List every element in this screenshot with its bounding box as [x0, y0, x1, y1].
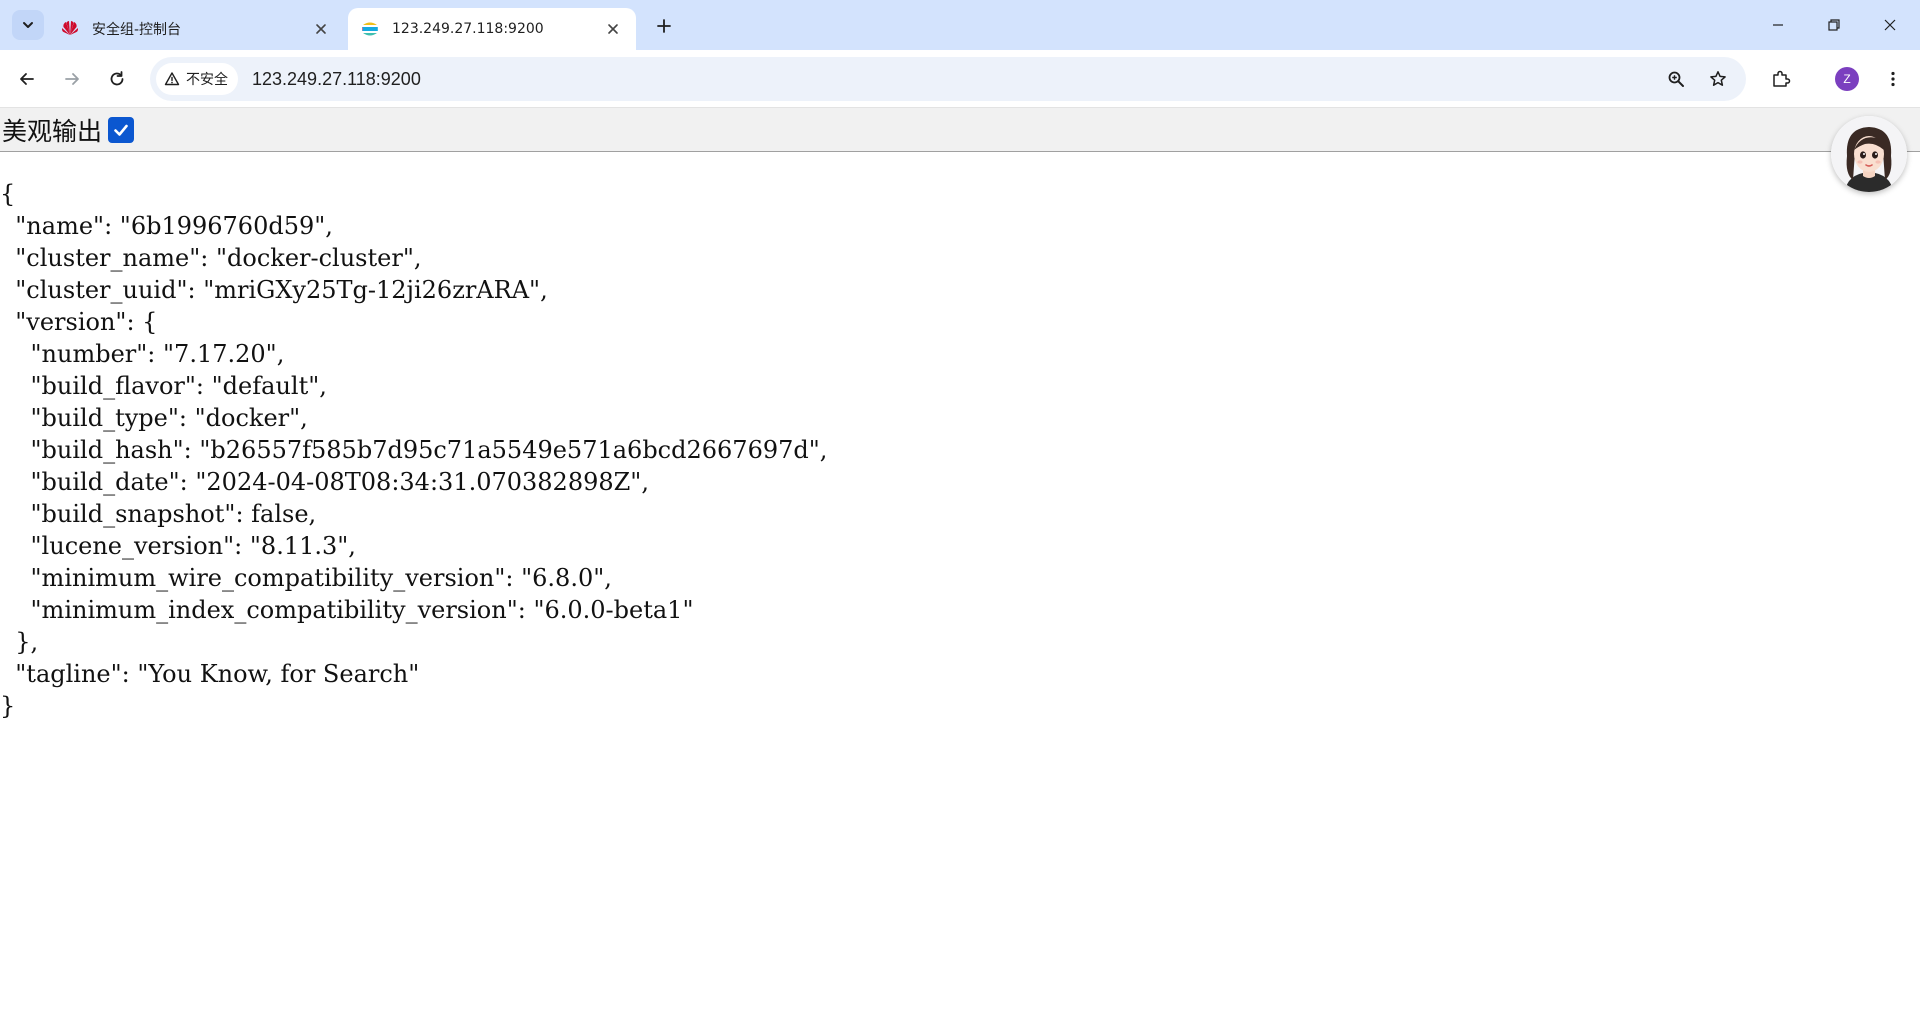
puzzle-icon	[1773, 70, 1791, 87]
address-bar[interactable]: 不安全 123.249.27.118:9200	[150, 57, 1746, 101]
json-line: "minimum_wire_compatibility_version": "6…	[0, 564, 612, 592]
pretty-print-label[interactable]: 美观输出	[2, 112, 102, 148]
arrow-left-icon	[20, 73, 34, 85]
json-line: "tagline": "You Know, for Search"	[0, 660, 420, 688]
json-line: "build_flavor": "default",	[0, 372, 327, 400]
json-line: },	[0, 628, 39, 656]
elasticsearch-logo-icon	[361, 20, 379, 38]
json-line: "version": {	[0, 308, 158, 336]
chevron-down-icon	[23, 22, 33, 28]
minimize-icon	[1773, 24, 1783, 26]
huawei-logo-icon	[61, 21, 79, 35]
star-icon	[1710, 71, 1726, 86]
tab-security-group-console[interactable]: 安全组-控制台	[48, 8, 344, 50]
json-line: {	[0, 180, 16, 208]
json-line: "minimum_index_compatibility_version": "…	[0, 596, 694, 624]
json-line: }	[0, 692, 16, 720]
tab-strip: 安全组-控制台 123.249.27.118:9200	[0, 0, 1920, 50]
close-window-button[interactable]	[1862, 0, 1918, 50]
assistant-avatar-button[interactable]	[1831, 116, 1907, 192]
forward-button[interactable]	[56, 63, 88, 95]
tab-title: 安全组-控制台	[92, 22, 182, 38]
close-icon	[1884, 19, 1896, 31]
security-indicator[interactable]: 不安全	[156, 63, 238, 95]
reload-icon	[110, 71, 124, 86]
checkmark-icon	[114, 124, 128, 136]
bookmark-button[interactable]	[1702, 63, 1734, 95]
json-line: "lucene_version": "8.11.3",	[0, 532, 356, 560]
pretty-print-bar: 美观输出	[0, 108, 1920, 152]
reload-button[interactable]	[101, 63, 133, 95]
browser-toolbar: 不安全 123.249.27.118:9200 Z	[0, 50, 1920, 108]
close-icon	[316, 24, 326, 34]
url-text[interactable]: 123.249.27.118:9200	[252, 57, 421, 101]
new-tab-button[interactable]	[650, 12, 678, 40]
json-line: "cluster_uuid": "mriGXy25Tg-12ji26zrARA"…	[0, 276, 548, 304]
json-line: "build_date": "2024-04-08T08:34:31.07038…	[0, 468, 649, 496]
warning-triangle-icon	[164, 72, 180, 86]
security-label: 不安全	[186, 72, 228, 88]
json-line: "cluster_name": "docker-cluster",	[0, 244, 422, 272]
json-response: { "name": "6b1996760d59", "cluster_name"…	[0, 178, 827, 722]
back-button[interactable]	[11, 63, 43, 95]
close-tab-button[interactable]	[602, 18, 624, 40]
arrow-right-icon	[65, 73, 79, 85]
zoom-in-icon	[1668, 71, 1684, 87]
profile-button[interactable]: Z	[1831, 63, 1863, 95]
close-tab-button[interactable]	[310, 18, 332, 40]
zoom-button[interactable]	[1660, 63, 1692, 95]
json-line: "build_type": "docker",	[0, 404, 308, 432]
tab-title: 123.249.27.118:9200	[392, 21, 544, 37]
plus-icon	[657, 19, 671, 33]
restore-button[interactable]	[1806, 0, 1862, 50]
minimize-button[interactable]	[1750, 0, 1806, 50]
tab-search-button[interactable]	[12, 10, 44, 40]
menu-button[interactable]	[1877, 63, 1909, 95]
avatar: Z	[1835, 67, 1859, 91]
more-vert-icon	[1891, 71, 1895, 87]
close-icon	[608, 24, 618, 34]
cartoon-girl-avatar-icon	[1831, 116, 1907, 192]
json-line: "name": "6b1996760d59",	[0, 212, 333, 240]
pretty-print-checkbox[interactable]	[108, 116, 135, 143]
restore-icon	[1828, 19, 1840, 31]
json-line: "build_snapshot": false,	[0, 500, 317, 528]
json-line: "build_hash": "b26557f585b7d95c71a5549e5…	[0, 436, 828, 464]
json-line: "number": "7.17.20",	[0, 340, 285, 368]
extensions-button[interactable]	[1765, 63, 1797, 95]
tab-elasticsearch[interactable]: 123.249.27.118:9200	[348, 8, 636, 50]
